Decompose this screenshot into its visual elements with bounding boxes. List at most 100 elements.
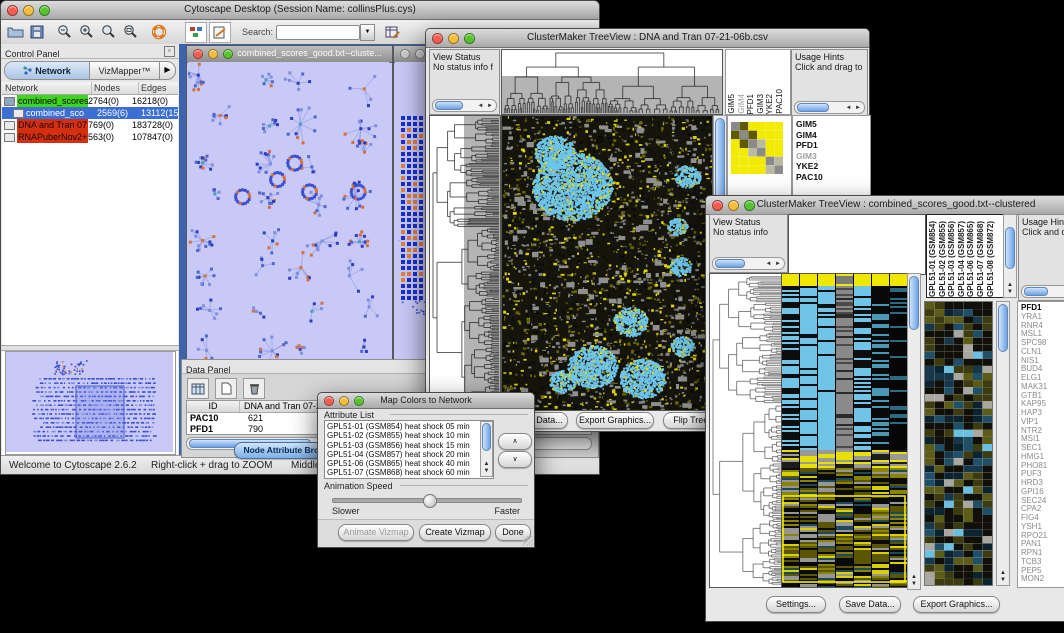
tv2-row-dendrogram[interactable]: [709, 273, 783, 588]
attribute-item[interactable]: GPL51-04 (GSM857) heat shock 20 min: [325, 450, 493, 459]
save-icon[interactable]: [27, 23, 47, 42]
birdseye-view[interactable]: [6, 352, 173, 452]
tab-network-label: Network: [35, 66, 71, 76]
attribute-item[interactable]: GPL51-07 (GSM868) heat shock 60 min: [325, 468, 493, 477]
close-icon[interactable]: [400, 49, 410, 59]
tv2-column-label: GPL51-07 (GSM868): [977, 221, 986, 297]
view-status-text: No status info f: [433, 62, 499, 72]
tv2-column-dendrogram-area: [788, 214, 926, 275]
tv1-export-graphics-button[interactable]: Export Graphics...: [576, 412, 654, 429]
attribute-listbox: GPL51-01 (GSM854) heat shock 05 minGPL51…: [324, 420, 494, 479]
tv2-usage-hints-panel: Usage Hints Click and drag to ◄ ►: [1018, 214, 1064, 301]
help-ring-icon[interactable]: [149, 23, 169, 42]
attribute-list-vscrollbar[interactable]: ▲▼: [480, 421, 493, 477]
select-attributes-icon[interactable]: [187, 378, 209, 399]
tv1-detail-matrix[interactable]: [731, 122, 783, 174]
animate-vizmap-button[interactable]: Animate Vizmap: [338, 524, 414, 541]
move-up-button[interactable]: ∧: [498, 433, 532, 450]
tv1-status-scrollbar[interactable]: ◄ ►: [432, 99, 497, 112]
attribute-list-label: Attribute List: [324, 410, 374, 420]
search-dropdown-icon[interactable]: ▼: [360, 24, 375, 41]
tv2-global-heatmap[interactable]: [781, 273, 908, 588]
attribute-item[interactable]: GPL51-03 (GSM856) heat shock 15 min: [325, 441, 493, 450]
tv2-column-labels: GPL51-01 (GSM854)GPL51-02 (GSM855)GPL51-…: [926, 214, 1006, 298]
attribute-item[interactable]: GPL51-02 (GSM855) heat shock 10 min: [325, 431, 493, 440]
zoom-fit-icon[interactable]: [121, 23, 141, 42]
tab-network[interactable]: Network: [5, 62, 90, 79]
create-vizmap-button[interactable]: Create Vizmap: [419, 524, 491, 541]
data-panel-title: Data Panel: [186, 365, 231, 375]
tv1-row-label: GIM3: [796, 151, 870, 162]
tv2-hints-scrollbar[interactable]: ◄ ►: [1021, 285, 1064, 298]
col-edges[interactable]: Edges: [139, 82, 178, 94]
treeview2-window: ClusterMaker TreeView : combined_scores_…: [705, 195, 1064, 622]
float-panel-icon[interactable]: ⌕: [164, 46, 175, 57]
tv1-column-labels: GIM5GIM4PFD1GIM3YKE2PAC10: [725, 49, 791, 115]
delete-attribute-icon[interactable]: [243, 378, 265, 399]
tv1-hints-scrollbar[interactable]: ◄ ►: [794, 101, 865, 114]
tv1-column-label: PAC10: [776, 89, 785, 114]
tv2-column-label: GPL51-08 (GSM872): [987, 221, 996, 297]
slider-thumb[interactable]: [423, 494, 437, 508]
tv2-labels-vscrollbar[interactable]: ▲▼: [1003, 214, 1017, 298]
tv2-settings-button[interactable]: Settings...: [766, 596, 826, 613]
tv1-column-label: GIM5: [728, 94, 737, 114]
animation-speed-slider[interactable]: [332, 498, 522, 503]
attribute-editor-icon[interactable]: [382, 23, 402, 42]
tv1-row-label: GIM4: [796, 130, 870, 141]
network-row-rnapuber[interactable]: RNAPuberNov2+ 563(0)107847(0): [2, 131, 178, 143]
resize-grip[interactable]: [523, 536, 533, 546]
tv2-column-label: GPL51-02 (GSM855): [939, 221, 948, 297]
tv2-gene-list: PFD1YRA1RNR4MSL1SPC98CLN1NIS1BUD4ELG1MAK…: [1017, 301, 1064, 588]
tv2-detail-heatmap[interactable]: [924, 301, 993, 586]
file-icon: [4, 121, 15, 130]
annotation-icon[interactable]: [209, 22, 231, 43]
data-col-id[interactable]: ID: [187, 401, 240, 412]
col-network[interactable]: Network: [2, 82, 92, 94]
search-input[interactable]: [276, 25, 360, 40]
zoom-selected-icon[interactable]: [99, 23, 119, 42]
tv1-column-dendrogram[interactable]: [501, 49, 723, 115]
view-status-title: View Status: [713, 217, 787, 227]
file-icon: [4, 133, 15, 142]
attribute-item[interactable]: GPL51-01 (GSM854) heat shock 05 min: [325, 422, 493, 431]
tv1-column-label: YKE2: [766, 94, 775, 114]
main-title-bar[interactable]: Cytoscape Desktop (Session Name: collins…: [1, 1, 599, 20]
tv1-column-label: GIM4: [738, 94, 747, 114]
network-view-canvas[interactable]: [188, 62, 389, 372]
tv2-save-data-button[interactable]: Save Data...: [839, 596, 901, 613]
network-row-combined-scores[interactable]: combined_scores 2764(0)16218(0): [2, 95, 178, 107]
tv1-row-label: YKE2: [796, 161, 870, 172]
tv2-column-label: GPL51-03 (GSM856): [948, 221, 957, 297]
vizmapper-icon[interactable]: [185, 22, 207, 43]
col-nodes[interactable]: Nodes: [92, 82, 139, 94]
main-window-title: Cytoscape Desktop (Session Name: collins…: [1, 4, 599, 15]
minimize-icon[interactable]: [415, 49, 425, 59]
view-status-text: No status info: [713, 227, 787, 237]
zoom-out-icon[interactable]: [55, 23, 75, 42]
network-row-dna-tran[interactable]: DNA and Tran 07 769(0)183728(0): [2, 119, 178, 131]
new-attribute-icon[interactable]: [215, 378, 237, 399]
tv2-column-label: GPL51-06 (GSM865): [967, 221, 976, 297]
usage-hints-text: Click and drag to: [795, 62, 867, 72]
status-zoom-hint: Right-click + drag to ZOOM: [151, 460, 272, 471]
tab-vizmapper[interactable]: VizMapper™: [90, 62, 159, 79]
tv2-detail-vscrollbar[interactable]: ▲▼: [996, 301, 1010, 586]
folder-icon: [4, 97, 15, 106]
control-panel: Control Panel ⌕ Network VizMapper™ ▶ Net…: [1, 44, 180, 456]
gene-label[interactable]: MON2: [1021, 575, 1064, 584]
tab-overflow-arrow[interactable]: ▶: [159, 62, 175, 79]
tv2-export-graphics-button[interactable]: Export Graphics...: [913, 596, 1000, 613]
move-down-button[interactable]: ∨: [498, 451, 532, 468]
tv1-row-label: PFD1: [796, 140, 870, 151]
open-file-icon[interactable]: [5, 23, 25, 42]
tv1-row-label: PAC10: [796, 172, 870, 183]
network-row-combined-sco-selected[interactable]: combined_sco 2569(6)13112(15): [2, 107, 178, 119]
tv1-row-dendrogram[interactable]: [429, 115, 501, 411]
tv2-global-vscrollbar[interactable]: ▲▼: [907, 273, 921, 590]
zoom-in-icon[interactable]: [77, 23, 97, 42]
attribute-item[interactable]: GPL51-06 (GSM865) heat shock 40 min: [325, 459, 493, 468]
tv1-global-heatmap[interactable]: [501, 115, 713, 411]
tv2-status-scrollbar[interactable]: ◄ ►: [712, 257, 785, 270]
treeview1-title: ClusterMaker TreeView : DNA and Tran 07-…: [426, 32, 869, 43]
